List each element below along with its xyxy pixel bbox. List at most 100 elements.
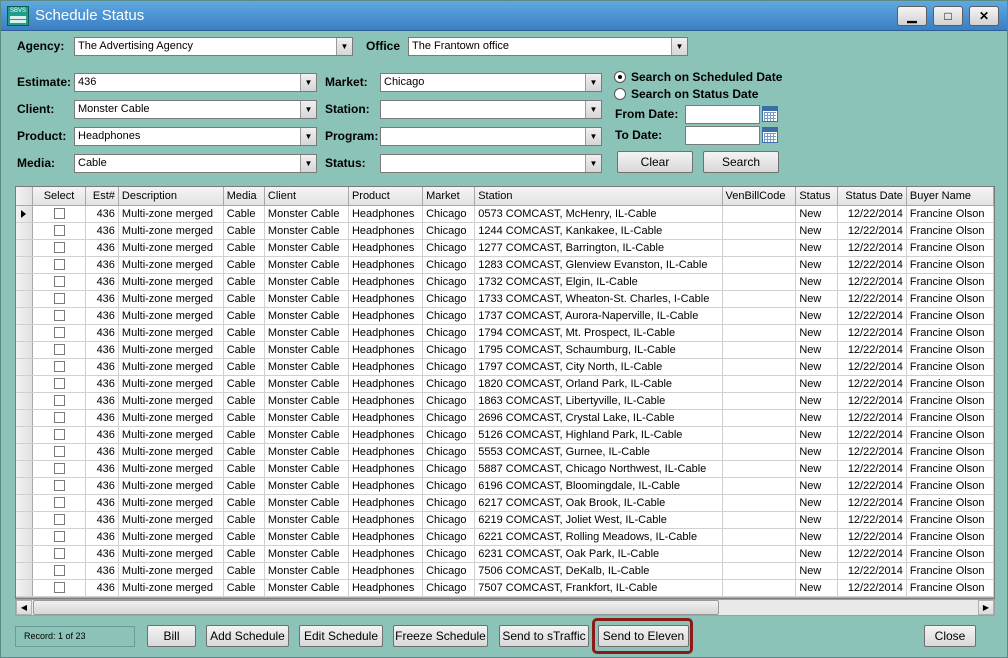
select-checkbox[interactable] xyxy=(53,582,65,594)
row-header[interactable] xyxy=(16,443,34,461)
table-row[interactable]: 436 Multi-zone merged Cable Monster Cable He… xyxy=(16,477,994,495)
row-header[interactable] xyxy=(16,494,34,512)
chevron-down-icon[interactable]: ▼ xyxy=(300,155,316,172)
select-cell[interactable] xyxy=(32,341,86,359)
scroll-right-icon[interactable]: ▶ xyxy=(978,600,994,615)
row-header[interactable] xyxy=(16,358,34,376)
select-checkbox[interactable] xyxy=(53,344,65,356)
select-checkbox[interactable] xyxy=(53,276,65,288)
column-header[interactable]: Market xyxy=(422,187,476,206)
row-header[interactable] xyxy=(16,409,34,427)
select-cell[interactable] xyxy=(32,290,86,308)
scrollbar-thumb[interactable] xyxy=(33,600,719,615)
table-row[interactable]: 436 Multi-zone merged Cable Monster Cable He… xyxy=(16,341,994,359)
row-header[interactable] xyxy=(16,273,34,291)
table-row[interactable]: 436 Multi-zone merged Cable Monster Cable He… xyxy=(16,324,994,342)
row-header[interactable] xyxy=(16,528,34,546)
maximize-button[interactable]: □ xyxy=(933,6,963,26)
select-checkbox[interactable] xyxy=(53,225,65,237)
row-header[interactable] xyxy=(16,256,34,274)
select-cell[interactable] xyxy=(32,528,86,546)
select-cell[interactable] xyxy=(32,511,86,529)
row-header[interactable] xyxy=(16,460,34,478)
select-checkbox[interactable] xyxy=(53,361,65,373)
select-checkbox[interactable] xyxy=(53,446,65,458)
select-checkbox[interactable] xyxy=(53,429,65,441)
select-checkbox[interactable] xyxy=(53,259,65,271)
row-header[interactable] xyxy=(16,239,34,257)
row-header[interactable] xyxy=(16,477,34,495)
select-cell[interactable] xyxy=(32,426,86,444)
chevron-down-icon[interactable]: ▼ xyxy=(585,155,601,172)
bill-button[interactable]: Bill xyxy=(147,625,196,647)
row-header[interactable] xyxy=(16,392,34,410)
select-cell[interactable] xyxy=(32,477,86,495)
select-cell[interactable] xyxy=(32,358,86,376)
table-row[interactable]: 436 Multi-zone merged Cable Monster Cable He… xyxy=(16,392,994,410)
select-checkbox[interactable] xyxy=(53,310,65,322)
media-dropdown[interactable]: Cable ▼ xyxy=(74,154,317,173)
freeze-schedule-button[interactable]: Freeze Schedule xyxy=(393,625,488,647)
select-cell[interactable] xyxy=(32,375,86,393)
table-row[interactable]: 436 Multi-zone merged Cable Monster Cable He… xyxy=(16,426,994,444)
table-row[interactable]: 436 Multi-zone merged Cable Monster Cable He… xyxy=(16,290,994,308)
calendar-icon[interactable] xyxy=(762,106,778,122)
chevron-down-icon[interactable]: ▼ xyxy=(585,101,601,118)
column-header[interactable]: Status xyxy=(795,187,838,206)
select-cell[interactable] xyxy=(32,562,86,580)
from-date-input[interactable] xyxy=(685,105,760,124)
row-header[interactable] xyxy=(16,341,34,359)
station-dropdown[interactable]: ▼ xyxy=(380,100,602,119)
select-cell[interactable] xyxy=(32,579,86,597)
chevron-down-icon[interactable]: ▼ xyxy=(585,74,601,91)
chevron-down-icon[interactable]: ▼ xyxy=(300,74,316,91)
table-row[interactable]: 436 Multi-zone merged Cable Monster Cable He… xyxy=(16,460,994,478)
send-to-eleven-button[interactable]: Send to Eleven xyxy=(598,625,689,647)
program-dropdown[interactable]: ▼ xyxy=(380,127,602,146)
table-row[interactable]: 436 Multi-zone merged Cable Monster Cable He… xyxy=(16,443,994,461)
select-cell[interactable] xyxy=(32,205,86,223)
select-cell[interactable] xyxy=(32,460,86,478)
chevron-down-icon[interactable]: ▼ xyxy=(336,38,352,55)
chevron-down-icon[interactable]: ▼ xyxy=(671,38,687,55)
table-row[interactable]: 436 Multi-zone merged Cable Monster Cable He… xyxy=(16,205,994,223)
to-date-input[interactable] xyxy=(685,126,760,145)
table-row[interactable]: 436 Multi-zone merged Cable Monster Cable He… xyxy=(16,545,994,563)
edit-schedule-button[interactable]: Edit Schedule xyxy=(299,625,383,647)
search-button[interactable]: Search xyxy=(703,151,779,173)
select-checkbox[interactable] xyxy=(53,327,65,339)
select-checkbox[interactable] xyxy=(53,565,65,577)
column-header[interactable]: Est# xyxy=(85,187,119,206)
row-header[interactable] xyxy=(16,222,34,240)
row-header[interactable] xyxy=(16,579,34,597)
table-row[interactable]: 436 Multi-zone merged Cable Monster Cable He… xyxy=(16,409,994,427)
select-checkbox[interactable] xyxy=(53,242,65,254)
select-cell[interactable] xyxy=(32,443,86,461)
table-row[interactable]: 436 Multi-zone merged Cable Monster Cable He… xyxy=(16,511,994,529)
column-header[interactable]: Status Date xyxy=(837,187,907,206)
client-dropdown[interactable]: Monster Cable ▼ xyxy=(74,100,317,119)
clear-button[interactable]: Clear xyxy=(617,151,693,173)
select-checkbox[interactable] xyxy=(53,412,65,424)
column-header[interactable]: Select xyxy=(32,187,86,206)
select-cell[interactable] xyxy=(32,222,86,240)
send-to-straffic-button[interactable]: Send to sTraffic xyxy=(499,625,589,647)
agency-dropdown[interactable]: The Advertising Agency ▼ xyxy=(74,37,353,56)
table-row[interactable]: 436 Multi-zone merged Cable Monster Cable He… xyxy=(16,256,994,274)
table-row[interactable]: 436 Multi-zone merged Cable Monster Cable He… xyxy=(16,358,994,376)
row-header[interactable] xyxy=(16,375,34,393)
row-header[interactable] xyxy=(16,307,34,325)
select-cell[interactable] xyxy=(32,324,86,342)
close-button[interactable]: Close xyxy=(924,625,976,647)
select-checkbox[interactable] xyxy=(53,480,65,492)
table-row[interactable]: 436 Multi-zone merged Cable Monster Cable He… xyxy=(16,494,994,512)
table-row[interactable]: 436 Multi-zone merged Cable Monster Cable He… xyxy=(16,307,994,325)
select-checkbox[interactable] xyxy=(53,463,65,475)
column-header[interactable]: VenBillCode xyxy=(722,187,797,206)
radio-scheduled-label[interactable]: Search on Scheduled Date xyxy=(631,70,782,84)
chevron-down-icon[interactable]: ▼ xyxy=(585,128,601,145)
select-checkbox[interactable] xyxy=(53,514,65,526)
select-cell[interactable] xyxy=(32,239,86,257)
product-dropdown[interactable]: Headphones ▼ xyxy=(74,127,317,146)
column-header[interactable]: Description xyxy=(118,187,224,206)
